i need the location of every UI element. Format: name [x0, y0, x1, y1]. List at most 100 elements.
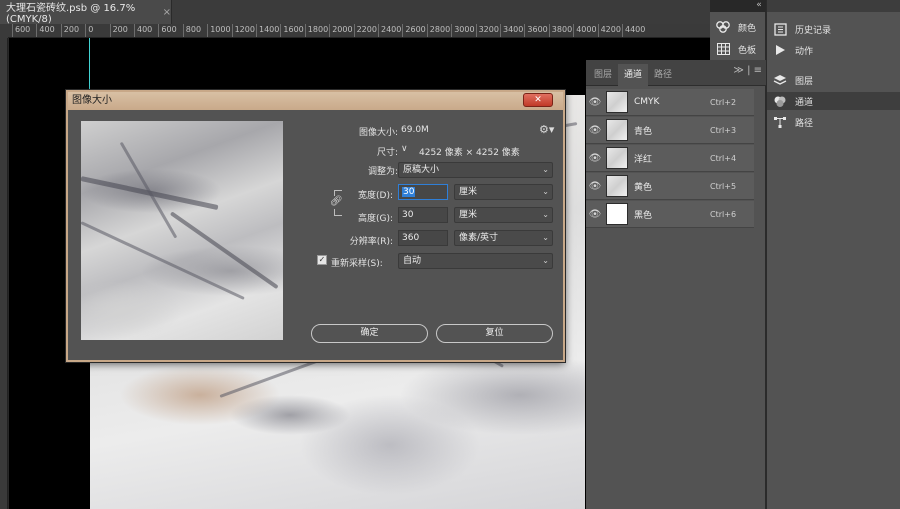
chevron-down-icon: ⌄ [542, 233, 549, 242]
ruler-tick: 3200 [475, 24, 499, 37]
eye-icon[interactable]: 👁︎ [586, 97, 604, 108]
ruler-tick: 0 [85, 24, 93, 37]
ruler-tick: 400 [134, 24, 152, 37]
tab-close-icon[interactable]: × [163, 7, 171, 18]
channel-thumbnail [606, 147, 628, 169]
channel-row[interactable]: 👁︎ 黑色 Ctrl+6 [586, 201, 754, 228]
reset-button[interactable]: 复位 [436, 324, 553, 343]
settings-gear-icon[interactable]: ⚙▾ [539, 123, 554, 136]
fit-to-select[interactable]: 原稿大小 ⌄ [398, 162, 553, 178]
resample-select[interactable]: 自动 ⌄ [398, 253, 553, 269]
resolution-input[interactable]: 360 [398, 230, 448, 246]
channel-shortcut: Ctrl+2 [710, 97, 737, 107]
channels-icon [773, 94, 787, 108]
ruler-tick: 1400 [256, 24, 279, 37]
ok-button[interactable]: 确定 [311, 324, 428, 343]
dialog-title: 图像大小 [72, 95, 112, 106]
channel-row[interactable]: 👁︎ 洋红 Ctrl+4 [586, 145, 754, 172]
document-tab[interactable]: 大理石瓷砖纹.psb @ 16.7%(CMYK/8) × [0, 0, 172, 25]
dock-item-channels[interactable]: 通道 [767, 92, 900, 110]
ruler-tick: 3000 [451, 24, 475, 37]
eye-icon[interactable]: 👁︎ [586, 181, 604, 192]
channel-row[interactable]: 👁︎ 青色 Ctrl+3 [586, 117, 754, 144]
ruler-tick: 1000 [207, 24, 231, 37]
image-preview[interactable] [81, 121, 283, 340]
dock-item-color[interactable]: 颜色 [716, 20, 756, 34]
tab-channels[interactable]: 通道 [618, 64, 649, 86]
ruler-tick: 200 [60, 24, 79, 37]
channel-shortcut: Ctrl+3 [710, 125, 737, 135]
history-icon [773, 22, 787, 36]
ruler-tick: 3800 [548, 24, 572, 37]
width-input[interactable]: 30 [398, 184, 448, 200]
dock-item-layers[interactable]: 图层 [773, 71, 897, 89]
image-size-label: 图像大小: [358, 128, 398, 138]
play-icon [773, 43, 787, 57]
document-tab-bar: 大理石瓷砖纹.psb @ 16.7%(CMYK/8) × [0, 0, 710, 25]
resample-checkbox[interactable]: ✓ [317, 255, 327, 265]
height-unit-select[interactable]: 厘米 ⌄ [454, 207, 553, 223]
eye-icon[interactable]: 👁︎ [586, 125, 604, 136]
panel-menu-icon[interactable]: ≫ | ≡ [733, 65, 762, 76]
ruler-tick: 2000 [329, 24, 353, 37]
image-size-dialog: 图像大小 ✕ ⚙▾ 图像大小: 69.0M 尺寸: ∨ 4252 像素 × 42… [66, 90, 565, 362]
dock-item-history[interactable]: 历史记录 [773, 20, 897, 38]
channel-thumbnail [606, 203, 628, 225]
ruler-tick: 2200 [353, 24, 377, 37]
panel-dock-right: 历史记录 动作 图层 通道 路径 [766, 0, 900, 509]
resolution-unit: 像素/英寸 [459, 233, 499, 243]
ruler-tick: 4000 [573, 24, 597, 37]
ruler-tick: 600 [158, 24, 177, 37]
close-icon[interactable]: ✕ [523, 93, 553, 107]
height-input[interactable]: 30 [398, 207, 448, 223]
eye-icon[interactable]: 👁︎ [586, 209, 604, 220]
ruler-tick: 3400 [500, 24, 523, 37]
ruler-tick: 2400 [378, 24, 401, 37]
channel-name: 黄色 [634, 182, 653, 193]
resample-label: 重新采样(S): [331, 259, 383, 269]
width-label: 宽度(D): [358, 191, 393, 201]
document-tab-title: 大理石瓷砖纹.psb @ 16.7%(CMYK/8) [6, 3, 136, 25]
channel-row[interactable]: 👁︎ 黄色 Ctrl+5 [586, 173, 754, 200]
collapse-panels-icon[interactable]: « [752, 0, 766, 12]
channels-panel-tabs: 图层 通道 路径 ≫ | ≡ [586, 60, 766, 86]
ruler-tick: 400 [36, 24, 55, 37]
ruler-tick: 1800 [304, 24, 328, 37]
tab-layers[interactable]: 图层 [588, 64, 618, 86]
dock-item-actions[interactable]: 动作 [773, 41, 897, 59]
ruler-tick: 4400 [622, 24, 645, 37]
dock-item-paths[interactable]: 路径 [773, 113, 897, 131]
chevron-down-icon: ⌄ [542, 187, 549, 196]
dock-item-label: 历史记录 [795, 25, 832, 36]
channel-row[interactable]: 👁︎ CMYK Ctrl+2 [586, 89, 754, 116]
chevron-down-icon: ⌄ [542, 256, 549, 265]
layers-icon [773, 73, 787, 87]
dock-item-swatches[interactable]: 色板 [716, 42, 756, 56]
dock-item-label: 动作 [795, 46, 814, 57]
channel-name: 黑色 [634, 210, 653, 221]
guide-line[interactable] [89, 38, 90, 98]
fit-to-label: 调整为: [367, 167, 398, 177]
dimensions-value: 4252 像素 × 4252 像素 [419, 148, 520, 158]
ruler-tick: 200 [109, 24, 128, 37]
dock-item-label: 图层 [795, 76, 814, 87]
dock-item-label: 色板 [738, 45, 757, 56]
tab-paths[interactable]: 路径 [648, 64, 678, 86]
horizontal-ruler[interactable]: 600 400 200 0 200 400 600 800 1000 1200 1400 1600 18… [8, 24, 710, 38]
dimensions-label: 尺寸: [376, 148, 398, 158]
resolution-unit-select[interactable]: 像素/英寸 ⌄ [454, 230, 553, 246]
vertical-ruler[interactable] [0, 38, 8, 509]
dock-item-label: 路径 [795, 118, 814, 129]
ruler-tick: 1200 [231, 24, 255, 37]
dialog-title-bar[interactable]: 图像大小 ✕ [68, 92, 563, 110]
width-unit-select[interactable]: 厘米 ⌄ [454, 184, 553, 200]
height-label: 高度(G): [357, 214, 393, 224]
ruler-tick: 2600 [402, 24, 426, 37]
chevron-down-icon[interactable]: ∨ [401, 144, 408, 154]
width-unit: 厘米 [459, 187, 478, 197]
ruler-tick: 800 [182, 24, 201, 37]
eye-icon[interactable]: 👁︎ [586, 153, 604, 164]
fit-to-value: 原稿大小 [403, 165, 440, 175]
chevron-down-icon: ⌄ [542, 210, 549, 219]
height-unit: 厘米 [459, 210, 478, 220]
